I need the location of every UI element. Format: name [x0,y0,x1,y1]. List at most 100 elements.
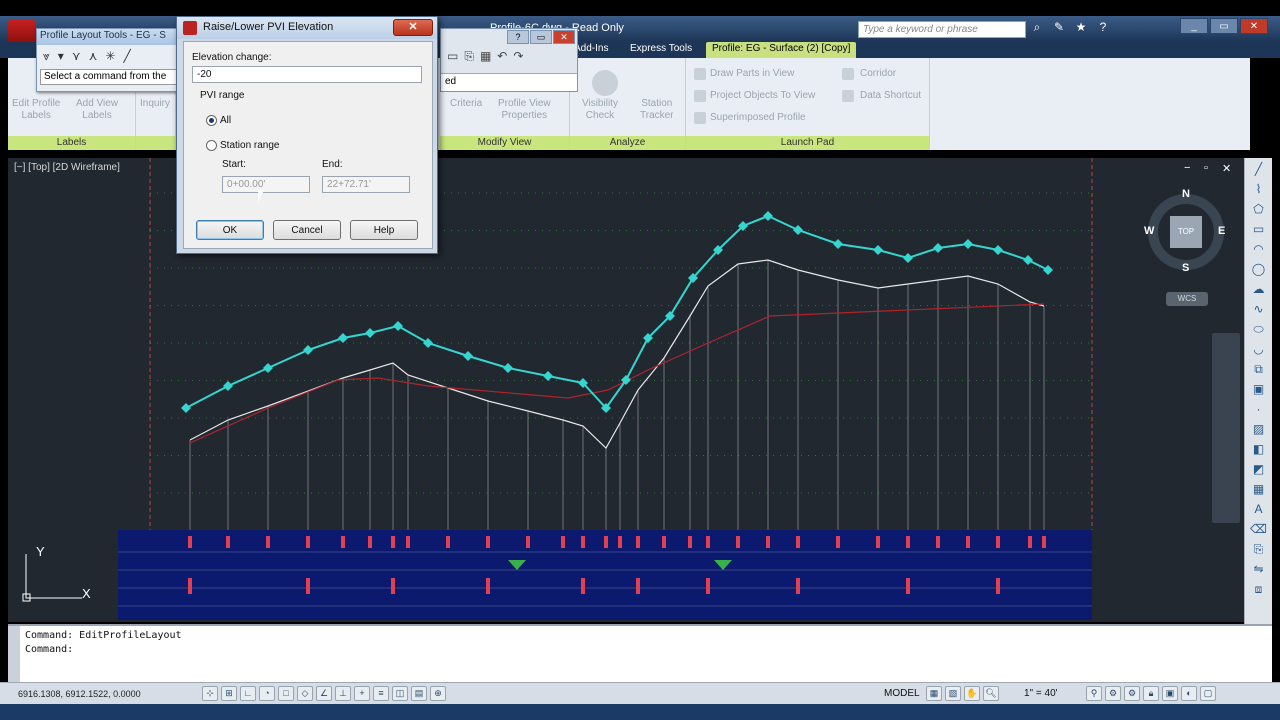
station-tracker-button[interactable]: Station Tracker [640,98,674,122]
draw-tangents-icon[interactable]: ⩔ [43,49,50,65]
ortho-toggle-icon[interactable]: ∟ [240,686,256,701]
superimposed-profile-button[interactable]: Superimposed Profile [710,112,806,124]
all-radio[interactable] [206,115,217,126]
compass-north[interactable]: N [1182,188,1190,200]
navigation-bar[interactable] [1212,333,1240,523]
draw-line-icon[interactable]: ╱ [123,49,130,65]
secondary-help-button[interactable]: ▭ [530,30,552,44]
3dosnap-toggle-icon[interactable]: ◇ [297,686,313,701]
visibility-check-button[interactable]: Visibility Check [582,98,618,122]
move-pvi-icon[interactable]: ✳ [105,49,115,65]
make-block-icon[interactable]: ▣ [1250,380,1268,398]
end-station-input[interactable] [322,176,410,193]
line-tool-icon[interactable]: ╱ [1250,160,1268,178]
copy-icon[interactable]: ⎘ [464,49,474,64]
search-input[interactable]: Type a keyword or phrase [858,21,1026,38]
offset-tool-icon[interactable]: ⧈ [1250,580,1268,598]
compass-west[interactable]: W [1144,225,1154,237]
circle-tool-icon[interactable]: ◯ [1250,260,1268,278]
station-range-label[interactable]: Station range [220,140,280,151]
wcs-menu[interactable]: WCS [1166,292,1208,306]
gradient-tool-icon[interactable]: ◧ [1250,440,1268,458]
viewport-label[interactable]: [−] [Top] [2D Wireframe] [14,162,120,173]
insert-pvi-icon[interactable]: ⋎ [72,49,81,65]
tab-express-tools[interactable]: Express Tools [630,43,692,54]
lineweight-toggle-icon[interactable]: ≡ [373,686,389,701]
project-objects-button[interactable]: Project Objects To View [710,90,815,102]
sc-toggle-icon[interactable]: ⊕ [430,686,446,701]
pan-icon[interactable]: ✋ [964,686,980,701]
quick-view-drawings-icon[interactable]: ▧ [945,686,961,701]
data-shortcut-button[interactable]: Data Shortcut [860,90,921,102]
ellipse-arc-tool-icon[interactable]: ◡ [1250,340,1268,358]
viewcube-top-face[interactable]: TOP [1170,216,1202,248]
revcloud-tool-icon[interactable]: ☁ [1250,280,1268,298]
otrack-toggle-icon[interactable]: ∠ [316,686,332,701]
model-space-toggle[interactable]: MODEL [884,688,920,699]
corridor-button[interactable]: Corridor [860,68,896,80]
grid-toggle-icon[interactable]: ⊞ [221,686,237,701]
ellipse-tool-icon[interactable]: ⬭ [1250,320,1268,338]
secondary-close-button[interactable]: ✕ [553,30,575,44]
annotation-visibility-icon[interactable]: ⚲ [1086,686,1102,701]
secondary-minimize-button[interactable]: ? [507,30,529,44]
table-tool-icon[interactable]: ▦ [1250,480,1268,498]
viewport-restore-icon[interactable]: ▫ [1204,162,1208,174]
ducs-toggle-icon[interactable]: ⊥ [335,686,351,701]
clean-screen-icon[interactable]: ▢ [1200,686,1216,701]
cancel-button[interactable]: Cancel [273,220,341,240]
compass-east[interactable]: E [1218,225,1225,237]
star-icon[interactable]: ★ [1074,20,1088,35]
polygon-tool-icon[interactable]: ⬠ [1250,200,1268,218]
undo-icon[interactable]: ↶ [497,49,507,64]
edit-profile-labels-button[interactable]: Edit Profile Labels [12,98,60,122]
zoom-icon[interactable]: 🔍︎ [983,686,999,701]
help-icon[interactable]: ? [1096,20,1110,35]
start-station-input[interactable] [222,176,310,193]
binoculars-icon[interactable]: ⌕ [1030,20,1044,35]
erase-tool-icon[interactable]: ⌫ [1250,520,1268,538]
station-range-radio[interactable] [206,140,217,151]
secondary-window-field[interactable]: ed [441,73,577,91]
dyn-toggle-icon[interactable]: + [354,686,370,701]
rectangle-tool-icon[interactable]: ▭ [1250,220,1268,238]
coordinate-readout[interactable]: 6916.1308, 6912.1522, 0.0000 [18,689,141,699]
hatch-tool-icon[interactable]: ▨ [1250,420,1268,438]
hardware-acceleration-icon[interactable]: ▣ [1162,686,1178,701]
command-line-grip[interactable] [8,626,20,682]
profile-layout-tools-title[interactable]: Profile Layout Tools - EG - S [37,29,181,45]
snap-toggle-icon[interactable]: ⊹ [202,686,218,701]
polar-toggle-icon[interactable]: ◔ [259,686,275,701]
qp-toggle-icon[interactable]: ▤ [411,686,427,701]
inquiry-button[interactable]: Inquiry [140,98,170,110]
command-prompt[interactable]: Command: [25,644,73,655]
dialog-close-button[interactable]: ✕ [393,19,433,36]
transparency-toggle-icon[interactable]: ◫ [392,686,408,701]
elevation-change-input[interactable] [192,66,422,83]
tab-add-ins[interactable]: Add-Ins [574,43,608,54]
osnap-toggle-icon[interactable]: □ [278,686,294,701]
arc-tool-icon[interactable]: ◠ [1250,240,1268,258]
workspace-switch-icon[interactable]: ⚙ [1124,686,1140,701]
delete-pvi-icon[interactable]: ⋏ [89,49,98,65]
tools-icon[interactable]: ✎ [1052,20,1066,35]
close-button[interactable]: ✕ [1240,18,1268,34]
polyline-tool-icon[interactable]: ⌇ [1250,180,1268,198]
viewport-minimize-icon[interactable]: − [1184,162,1190,174]
minimize-button[interactable]: _ [1180,18,1208,34]
redo-icon[interactable]: ↷ [513,49,523,64]
viewport-close-icon[interactable]: ✕ [1222,162,1231,175]
point-tool-icon[interactable]: · [1250,400,1268,418]
region-tool-icon[interactable]: ◩ [1250,460,1268,478]
tab-profile-contextual[interactable]: Profile: EG - Surface (2) [Copy] [706,42,857,58]
draw-parts-in-view-button[interactable]: Draw Parts in View [710,68,794,80]
lock-icon[interactable]: 🔒︎ [1143,686,1159,701]
insert-block-icon[interactable]: ⧉ [1250,360,1268,378]
dropdown-arrow-icon[interactable]: ▾ [58,49,64,65]
edit-icon[interactable]: ▭ [447,49,458,64]
add-view-labels-button[interactable]: Add View Labels [76,98,118,122]
quick-view-layouts-icon[interactable]: ▦ [926,686,942,701]
mtext-tool-icon[interactable]: A [1250,500,1268,518]
command-line[interactable]: Command: EditProfileLayout Command: [8,624,1272,682]
spline-tool-icon[interactable]: ∿ [1250,300,1268,318]
